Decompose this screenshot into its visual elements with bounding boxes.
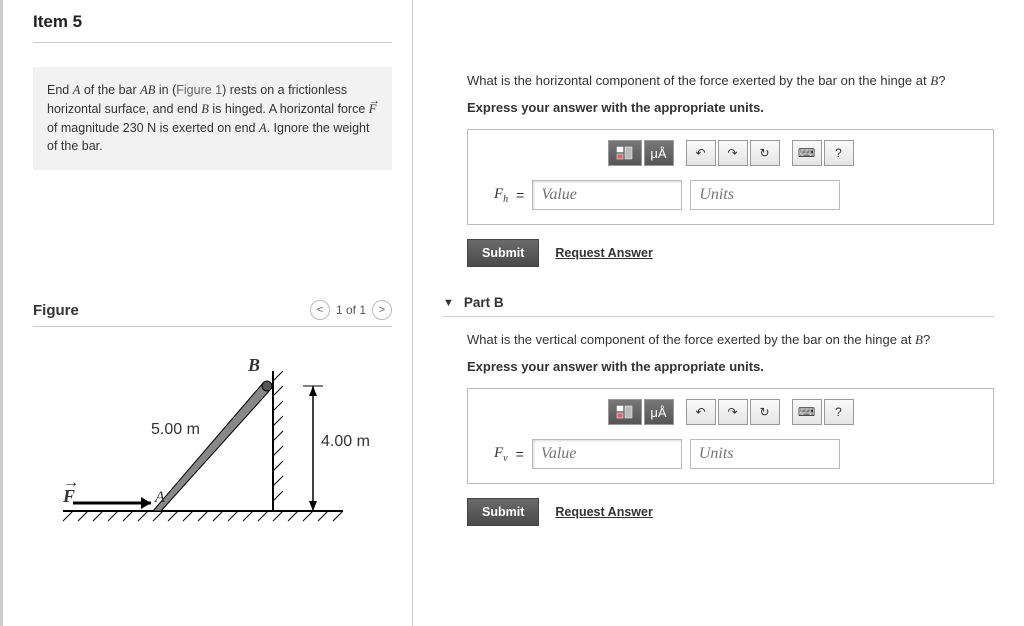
var-b: B: [930, 73, 938, 88]
right-column: What is the horizontal component of the …: [413, 0, 1024, 626]
text: ?: [938, 73, 945, 88]
templates-icon[interactable]: [608, 399, 642, 425]
figure-pager: < 1 of 1 >: [310, 300, 392, 320]
title-divider: [33, 42, 392, 43]
unit-n: N: [147, 121, 156, 135]
text: What is the vertical component of the fo…: [467, 332, 915, 347]
help-icon[interactable]: ?: [824, 399, 854, 425]
part-b-toolbar: μÅ ↶ ↷ ↻ ⌨ ?: [482, 399, 979, 425]
part-b-answer-area: μÅ ↶ ↷ ↻ ⌨ ? Fv =: [467, 388, 994, 484]
undo-icon[interactable]: ↶: [686, 140, 716, 166]
part-a-answer-row: Fh =: [482, 180, 979, 210]
page-root: Item 5 End A of the bar AB in (Figure 1)…: [0, 0, 1024, 626]
help-icon[interactable]: ?: [824, 140, 854, 166]
figure-title: Figure: [33, 302, 79, 319]
redo-icon[interactable]: ↷: [718, 140, 748, 166]
keyboard-icon[interactable]: ⌨: [792, 399, 822, 425]
label-b: B: [248, 355, 260, 376]
part-b-var-label: Fv: [494, 445, 508, 464]
var-f-vector: F: [369, 102, 377, 116]
part-a-question: What is the horizontal component of the …: [467, 72, 994, 90]
part-b-instruction: Express your answer with the appropriate…: [467, 359, 994, 374]
text: ?: [923, 332, 930, 347]
pager-text: 1 of 1: [336, 303, 366, 317]
reset-icon[interactable]: ↻: [750, 399, 780, 425]
text: in (: [155, 83, 176, 97]
text: of magnitude 230: [47, 121, 147, 135]
templates-icon[interactable]: [608, 140, 642, 166]
text: What is the horizontal component of the …: [467, 73, 930, 88]
label-f: F: [63, 486, 75, 507]
text: is exerted on end: [156, 121, 259, 135]
part-b-value-input[interactable]: [532, 439, 682, 469]
part-b: What is the vertical component of the fo…: [443, 331, 994, 526]
figure-divider: [33, 326, 392, 327]
var-a2: A: [259, 121, 267, 135]
var-b: B: [201, 102, 209, 116]
caret-down-icon: ▼: [443, 297, 454, 309]
part-a-request-answer-link[interactable]: Request Answer: [555, 246, 652, 260]
redo-icon[interactable]: ↷: [718, 399, 748, 425]
part-b-header[interactable]: ▼ Part B: [443, 295, 994, 310]
var-ab: AB: [140, 83, 155, 97]
left-column: Item 5 End A of the bar AB in (Figure 1)…: [3, 0, 413, 626]
figure-header: Figure < 1 of 1 >: [33, 300, 392, 320]
part-a-value-input[interactable]: [532, 180, 682, 210]
part-a-toolbar: μÅ ↶ ↷ ↻ ⌨ ?: [482, 140, 979, 166]
part-b-units-input[interactable]: [690, 439, 840, 469]
part-b-submit-button[interactable]: Submit: [467, 498, 539, 526]
undo-icon[interactable]: ↶: [686, 399, 716, 425]
part-b-answer-row: Fv =: [482, 439, 979, 469]
part-b-title: Part B: [464, 295, 504, 310]
part-b-question: What is the vertical component of the fo…: [467, 331, 994, 349]
text: is hinged. A horizontal force: [209, 102, 369, 116]
reset-icon[interactable]: ↻: [750, 140, 780, 166]
item-title: Item 5: [33, 12, 392, 32]
part-a-actions: Submit Request Answer: [467, 239, 994, 267]
part-b-divider: [443, 316, 994, 317]
units-button[interactable]: μÅ: [644, 140, 674, 166]
pager-prev-button[interactable]: <: [310, 300, 330, 320]
label-a: A: [155, 489, 165, 507]
units-button[interactable]: μÅ: [644, 399, 674, 425]
part-a-answer-area: μÅ ↶ ↷ ↻ ⌨ ? Fh =: [467, 129, 994, 225]
equals-sign: =: [516, 187, 524, 203]
part-b-actions: Submit Request Answer: [467, 498, 994, 526]
figure-diagram: B A F 5.00 m 4.00 m: [33, 341, 392, 531]
dim-vertical: 4.00 m: [321, 433, 370, 451]
part-a-instruction: Express your answer with the appropriate…: [467, 100, 994, 115]
pager-next-button[interactable]: >: [372, 300, 392, 320]
dim-hypotenuse: 5.00 m: [151, 421, 200, 439]
problem-statement: End A of the bar AB in (Figure 1) rests …: [33, 67, 392, 170]
part-a-submit-button[interactable]: Submit: [467, 239, 539, 267]
text: of the bar: [80, 83, 140, 97]
part-a: What is the horizontal component of the …: [443, 72, 994, 267]
equals-sign: =: [516, 446, 524, 462]
text: End: [47, 83, 73, 97]
keyboard-icon[interactable]: ⌨: [792, 140, 822, 166]
part-b-request-answer-link[interactable]: Request Answer: [555, 505, 652, 519]
figure-ref-link[interactable]: Figure 1: [176, 83, 222, 97]
var-b: B: [915, 332, 923, 347]
part-a-var-label: Fh: [494, 186, 508, 205]
part-a-units-input[interactable]: [690, 180, 840, 210]
